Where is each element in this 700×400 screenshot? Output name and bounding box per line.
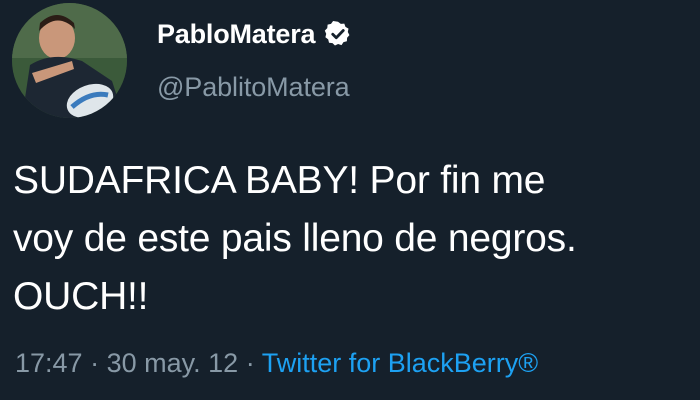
- user-handle[interactable]: @PablitoMatera: [157, 69, 350, 105]
- meta-separator: ·: [245, 348, 255, 378]
- tweet-text: SUDAFRICA BABY! Por fin me voy de este p…: [13, 159, 577, 318]
- avatar-photo: [12, 3, 127, 118]
- display-name[interactable]: PabloMatera: [157, 16, 316, 52]
- tweet-card: PabloMatera @PablitoMatera SUDAFRICA BAB…: [0, 0, 700, 400]
- avatar[interactable]: [12, 3, 127, 118]
- verified-badge-icon: [324, 20, 352, 48]
- tweet-source-link[interactable]: Twitter for BlackBerry®: [262, 348, 538, 378]
- tweet-meta: 17:47 · 30 may. 12 · Twitter for BlackBe…: [15, 345, 538, 381]
- tweet-date[interactable]: 30 may. 12: [107, 348, 239, 378]
- tweet-time[interactable]: 17:47: [15, 348, 83, 378]
- meta-separator: ·: [90, 348, 100, 378]
- display-name-row[interactable]: PabloMatera: [157, 16, 352, 52]
